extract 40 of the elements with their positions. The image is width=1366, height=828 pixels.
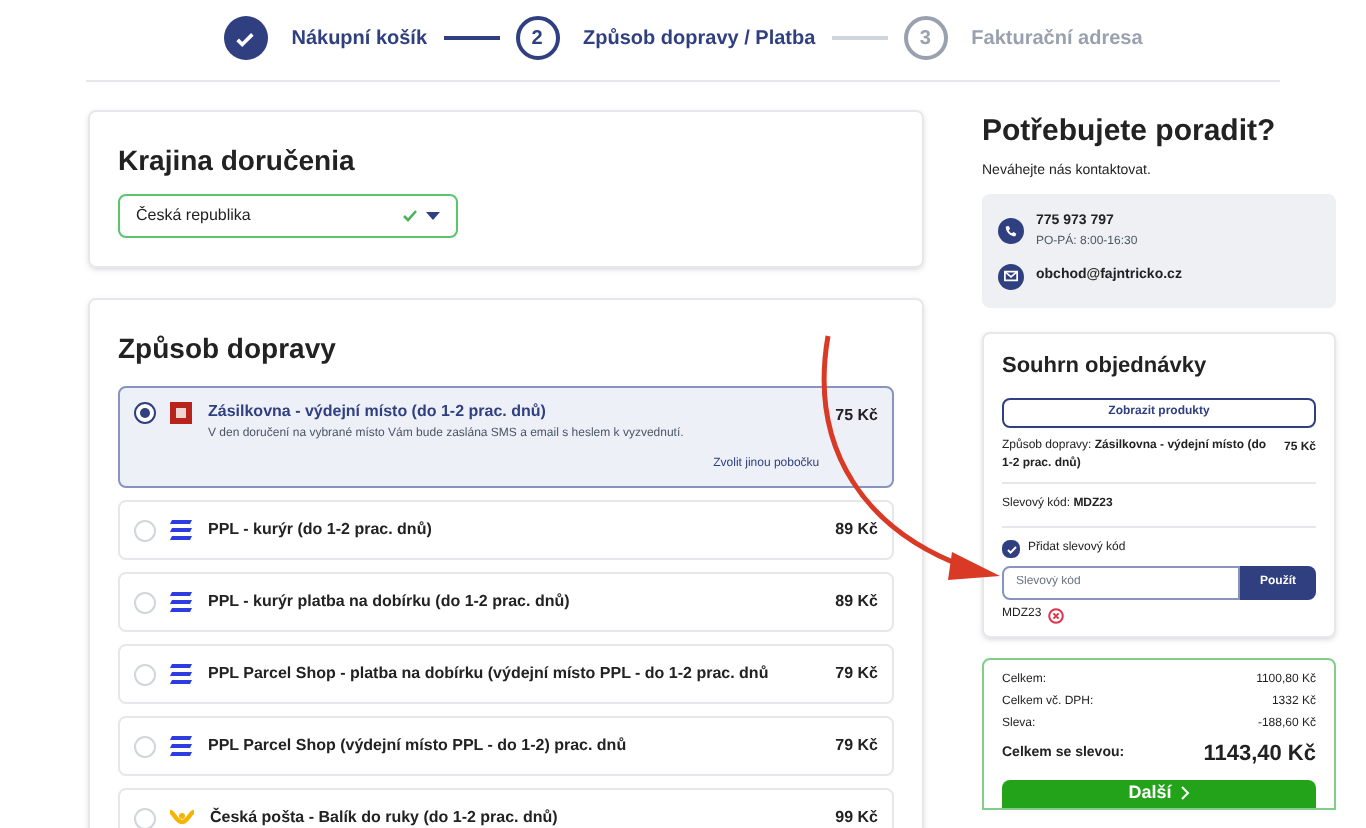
radio-button[interactable]	[134, 402, 156, 424]
stripes-logo-icon	[170, 664, 192, 686]
grand-total: 1143,40 Kč	[1203, 740, 1316, 770]
shipping-option[interactable]: PPL Parcel Shop - platba na dobírku (výdejní místo PPL - do 1-2 prac. dnů 79 Kč	[118, 644, 894, 704]
phone-icon	[998, 218, 1024, 245]
step-number: 3	[903, 16, 948, 60]
stripes-logo-icon	[170, 592, 192, 614]
option-name: Zásilkovna - výdejní místo (do 1-2 prac. dnů)	[208, 400, 548, 424]
option-price: 75 Kč	[835, 404, 878, 428]
stripes-logo-icon	[170, 736, 192, 758]
checkbox[interactable]	[1002, 540, 1020, 558]
envelope-icon	[998, 263, 1024, 289]
shipping-option[interactable]: PPL - kurýr platba na dobírku (do 1-2 prac. dnů) 89 Kč	[118, 572, 894, 632]
horn-logo-icon	[170, 808, 194, 828]
help-title: Potřebujete poradit?	[982, 112, 1278, 152]
option-name: PPL - kurýr (do 1-2 prac. dnů)	[208, 518, 434, 542]
option-price: 89 Kč	[835, 590, 878, 614]
step-label[interactable]: Způsob dopravy / Platba	[583, 23, 816, 53]
summary-title: Souhrn objednávky	[1002, 351, 1209, 381]
shipping-option[interactable]: Česká pošta - Balík do ruky (do 1-2 prac. dnů) 99 Kč	[118, 788, 894, 828]
remove-icon[interactable]	[1047, 607, 1064, 623]
option-price: 79 Kč	[835, 662, 878, 686]
step-label[interactable]: Nákupní košík	[291, 23, 428, 53]
option-name: PPL Parcel Shop - platba na dobírku (výdejní místo PPL - do 1-2 prac. dnů	[208, 662, 771, 686]
country-select[interactable]: Česká republika	[118, 194, 458, 238]
step-number: 2	[515, 16, 560, 60]
caret-icon	[426, 211, 440, 221]
option-name: PPL Parcel Shop (výdejní místo PPL - do 1-2) prac. dnů	[208, 734, 629, 758]
section-title: Krajina doručenia	[118, 142, 357, 180]
stripes-logo-icon	[170, 520, 192, 542]
option-name: PPL - kurýr platba na dobírku (do 1-2 prac. dnů)	[208, 590, 572, 614]
option-price: 79 Kč	[835, 734, 878, 758]
option-price: 89 Kč	[835, 518, 878, 542]
parcel-logo-icon	[170, 402, 192, 424]
shipping-option[interactable]: PPL Parcel Shop (výdejní místo PPL - do 1-2) prac. dnů 79 Kč	[118, 716, 894, 776]
option-name: Česká pošta - Balík do ruky (do 1-2 prac. dnů)	[210, 806, 560, 828]
section-title: Způsob dopravy	[118, 330, 338, 368]
chevron-icon	[1179, 786, 1190, 800]
shipping-option[interactable]: PPL - kurýr (do 1-2 prac. dnů) 89 Kč	[118, 500, 894, 560]
option-price: 99 Kč	[835, 806, 878, 828]
